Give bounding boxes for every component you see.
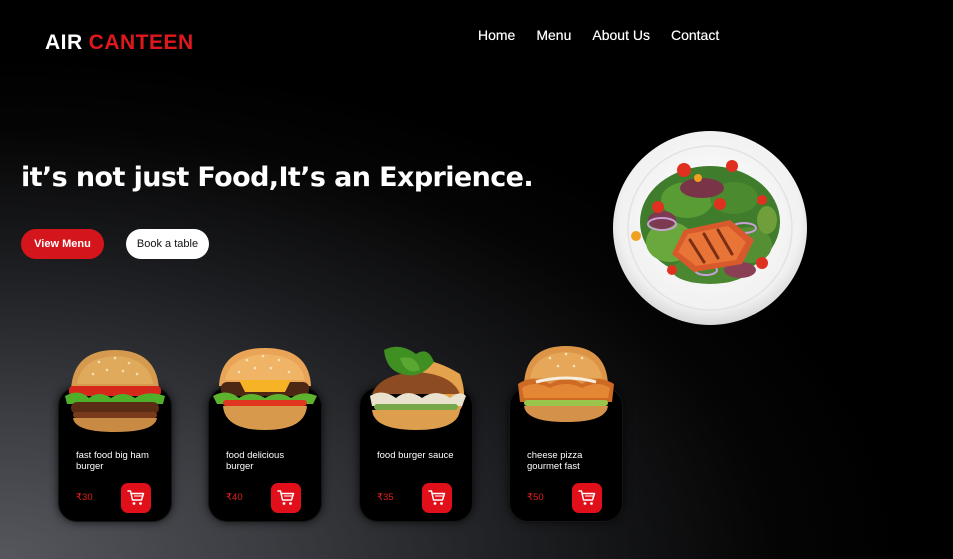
nav-about-us[interactable]: About Us [592, 27, 650, 43]
book-table-button[interactable]: Book a table [126, 229, 209, 259]
product-card[interactable]: food burger sauce ₹35 [360, 346, 472, 521]
add-to-cart-button[interactable] [121, 483, 151, 513]
salad-plate-icon [613, 131, 807, 325]
burger-icon [370, 346, 466, 430]
product-price: ₹35 [377, 492, 394, 503]
view-menu-button[interactable]: View Menu [21, 229, 104, 259]
product-card[interactable]: cheese pizza gourmet fast ₹50 [510, 346, 622, 521]
nav-menu[interactable]: Menu [536, 27, 571, 43]
burger-icon [213, 348, 317, 430]
add-to-cart-button[interactable] [271, 483, 301, 513]
cart-icon [277, 490, 295, 505]
main-nav: Home Menu About Us Contact [478, 27, 719, 43]
product-name: food delicious burger [226, 450, 285, 472]
brand-logo-part1: AIR [45, 31, 83, 54]
nav-home[interactable]: Home [478, 27, 515, 43]
product-name: cheese pizza gourmet fast [527, 450, 583, 472]
product-price: ₹50 [527, 492, 544, 503]
chicken-burger-icon [518, 346, 614, 422]
brand-logo[interactable]: AIR CANTEEN [45, 31, 194, 55]
product-name: food burger sauce [377, 450, 454, 461]
cart-icon [428, 490, 446, 505]
burger-icon [65, 350, 165, 432]
product-card[interactable]: fast food big ham burger ₹30 [59, 350, 171, 521]
cart-icon [578, 490, 596, 505]
add-to-cart-button[interactable] [572, 483, 602, 513]
product-price: ₹40 [226, 492, 243, 503]
brand-logo-part2: CANTEEN [88, 31, 194, 54]
product-name: fast food big ham burger [76, 450, 149, 472]
nav-contact[interactable]: Contact [671, 27, 719, 43]
cart-icon [127, 490, 145, 505]
product-card[interactable]: food delicious burger ₹40 [209, 348, 321, 521]
product-price: ₹30 [76, 492, 93, 503]
add-to-cart-button[interactable] [422, 483, 452, 513]
hero-title: it’s not just Food,It’s an Exprience. [21, 162, 534, 193]
